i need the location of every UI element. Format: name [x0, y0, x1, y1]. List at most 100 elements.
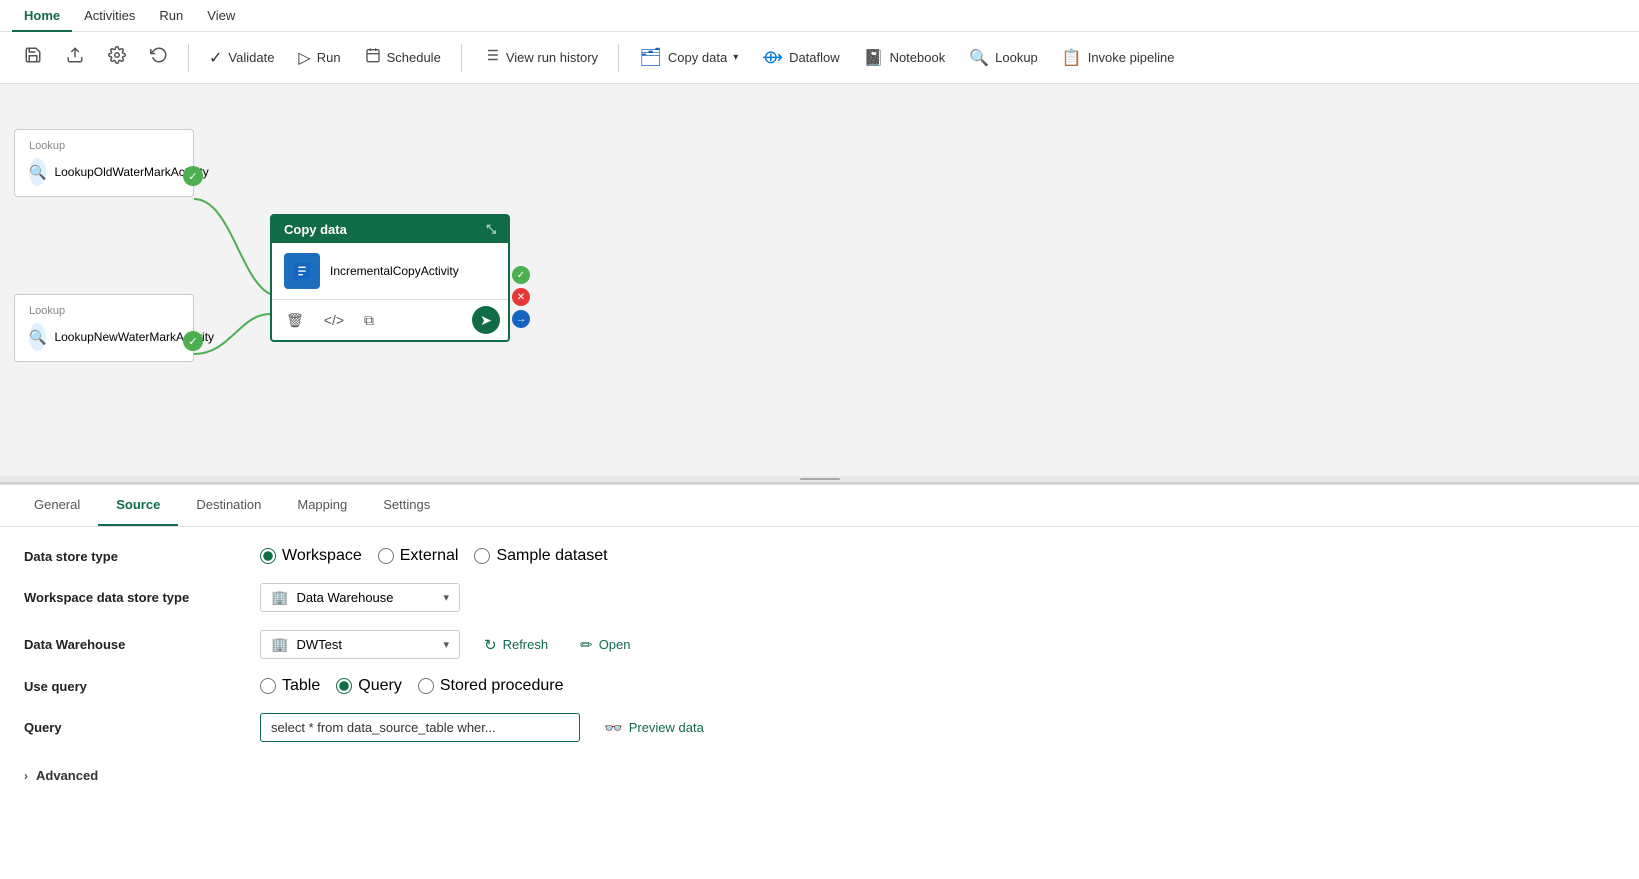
lookup-label: Lookup — [995, 50, 1038, 65]
open-icon: ✏ — [580, 636, 593, 654]
run-button[interactable]: ▷ Run — [288, 43, 350, 73]
notebook-button[interactable]: 📓 Notebook — [854, 43, 956, 73]
refresh-icon: ↻ — [484, 636, 497, 654]
lookup-node-1-title: Lookup — [29, 140, 179, 152]
undo-icon — [150, 46, 168, 69]
tab-destination[interactable]: Destination — [178, 485, 279, 526]
workspace-radio[interactable] — [260, 548, 276, 564]
workspace-radio-group[interactable]: Workspace — [260, 547, 362, 565]
advanced-toggle-button[interactable]: › Advanced — [24, 760, 98, 791]
copy-node-go-btn[interactable]: ➤ — [472, 306, 500, 334]
toolbar: ✓ Validate ▷ Run Schedule View run histo… — [0, 32, 1639, 84]
tab-general[interactable]: General — [16, 485, 98, 526]
external-radio[interactable] — [378, 548, 394, 564]
query-radio[interactable] — [336, 678, 352, 694]
undo-button[interactable] — [140, 41, 178, 74]
lookup-node-2-checkmark: ✓ — [183, 331, 203, 351]
use-query-controls: Table Query Stored procedure — [260, 677, 563, 695]
notebook-label: Notebook — [890, 50, 946, 65]
tab-settings[interactable]: Settings — [365, 485, 448, 526]
copy-node-actions: 🗑 </> ⧉ ➤ — [272, 299, 508, 340]
lookup-node-2-body: 🔍 LookupNewWaterMarkActivity — [29, 323, 179, 351]
copy-node-copy-btn[interactable]: ⧉ — [358, 309, 380, 332]
separator-3 — [618, 44, 619, 72]
menu-activities[interactable]: Activities — [72, 0, 147, 32]
stored-procedure-radio-label: Stored procedure — [440, 677, 564, 695]
warehouse-icon-dropdown: 🏢 — [271, 589, 288, 606]
menu-run[interactable]: Run — [147, 0, 195, 32]
tab-source[interactable]: Source — [98, 485, 178, 526]
save-button[interactable] — [14, 41, 52, 74]
copy-data-button[interactable]: 🗂 Copy data ▾ — [629, 42, 748, 73]
view-run-history-button[interactable]: View run history — [472, 41, 608, 74]
settings-button[interactable] — [98, 41, 136, 74]
lookup-node-1[interactable]: Lookup 🔍 LookupOldWaterMarkActivity ✓ — [14, 129, 194, 197]
data-warehouse-row: Data Warehouse 🏢 DWTest ▾ ↻ Refresh ✏ Op… — [24, 630, 1615, 659]
copy-node-error-badge: ✕ — [512, 288, 530, 306]
lookup-node-1-icon: 🔍 — [29, 158, 46, 186]
copy-node-header: Copy data ⤡ — [272, 216, 508, 243]
dataflow-button[interactable]: ⟴ Dataflow — [752, 42, 849, 73]
invoke-pipeline-label: Invoke pipeline — [1088, 50, 1175, 65]
lookup-button[interactable]: 🔍 Lookup — [959, 43, 1048, 73]
tab-bar: General Source Destination Mapping Setti… — [0, 485, 1639, 527]
checkmark-icon: ✓ — [209, 48, 222, 68]
query-row: Query 👓 Preview data — [24, 713, 1615, 742]
query-radio-group[interactable]: Query — [336, 677, 402, 695]
copy-data-node[interactable]: Copy data ⤡ IncrementalCopyActivity 🗑 </… — [270, 214, 510, 342]
sample-dataset-radio-group[interactable]: Sample dataset — [474, 547, 607, 565]
canvas-area[interactable]: Lookup 🔍 LookupOldWaterMarkActivity ✓ Lo… — [0, 84, 1639, 484]
play-icon: ▷ — [298, 48, 310, 68]
sample-dataset-radio[interactable] — [474, 548, 490, 564]
table-radio-label: Table — [282, 677, 320, 695]
stored-procedure-radio[interactable] — [418, 678, 434, 694]
gear-icon — [108, 46, 126, 69]
refresh-button[interactable]: ↻ Refresh — [476, 632, 556, 658]
lookup-node-2-icon: 🔍 — [29, 323, 46, 351]
tab-mapping[interactable]: Mapping — [279, 485, 365, 526]
sample-dataset-radio-label: Sample dataset — [496, 547, 607, 565]
external-radio-group[interactable]: External — [378, 547, 459, 565]
data-warehouse-value: DWTest — [296, 637, 435, 652]
resize-handle[interactable] — [0, 476, 1639, 482]
validate-label: Validate — [228, 50, 274, 65]
stored-procedure-radio-group[interactable]: Stored procedure — [418, 677, 564, 695]
copy-node-resize-icon: ⤡ — [486, 222, 496, 237]
lookup-node-2[interactable]: Lookup 🔍 LookupNewWaterMarkActivity ✓ — [14, 294, 194, 362]
invoke-pipeline-icon: 📋 — [1062, 48, 1082, 68]
dropdown-arrow-1: ▾ — [443, 591, 449, 604]
notebook-icon: 📓 — [864, 48, 884, 68]
copy-node-body: IncrementalCopyActivity — [272, 243, 508, 299]
menu-view[interactable]: View — [195, 0, 247, 32]
copy-node-code-btn[interactable]: </> — [318, 309, 350, 331]
invoke-pipeline-button[interactable]: 📋 Invoke pipeline — [1052, 43, 1185, 73]
preview-data-button[interactable]: 👓 Preview data — [596, 715, 712, 741]
data-warehouse-dropdown[interactable]: 🏢 DWTest ▾ — [260, 630, 460, 659]
table-radio-group[interactable]: Table — [260, 677, 320, 695]
publish-button[interactable] — [56, 41, 94, 74]
copy-data-dropdown-icon[interactable]: ▾ — [733, 52, 738, 63]
copy-node-name: IncrementalCopyActivity — [330, 264, 459, 278]
query-input[interactable] — [260, 713, 580, 742]
preview-data-label: Preview data — [629, 720, 704, 735]
schedule-button[interactable]: Schedule — [355, 42, 451, 73]
open-button[interactable]: ✏ Open — [572, 632, 638, 658]
publish-icon — [66, 46, 84, 69]
history-icon — [482, 46, 500, 69]
query-label: Query — [24, 720, 244, 735]
validate-button[interactable]: ✓ Validate — [199, 43, 284, 73]
advanced-chevron-icon: › — [24, 769, 28, 783]
query-radio-label: Query — [358, 677, 402, 695]
refresh-label: Refresh — [503, 637, 549, 652]
copy-node-delete-btn[interactable]: 🗑 — [280, 309, 310, 332]
menu-home[interactable]: Home — [12, 0, 72, 32]
workspace-data-store-type-dropdown[interactable]: 🏢 Data Warehouse ▾ — [260, 583, 460, 612]
dropdown-arrow-2: ▾ — [443, 638, 449, 651]
save-icon — [24, 46, 42, 69]
data-store-type-controls: Workspace External Sample dataset — [260, 547, 608, 565]
menu-bar: Home Activities Run View — [0, 0, 1639, 32]
copy-data-label: Copy data — [668, 50, 727, 65]
table-radio[interactable] — [260, 678, 276, 694]
preview-icon: 👓 — [604, 719, 623, 737]
advanced-row: › Advanced — [24, 760, 1615, 791]
